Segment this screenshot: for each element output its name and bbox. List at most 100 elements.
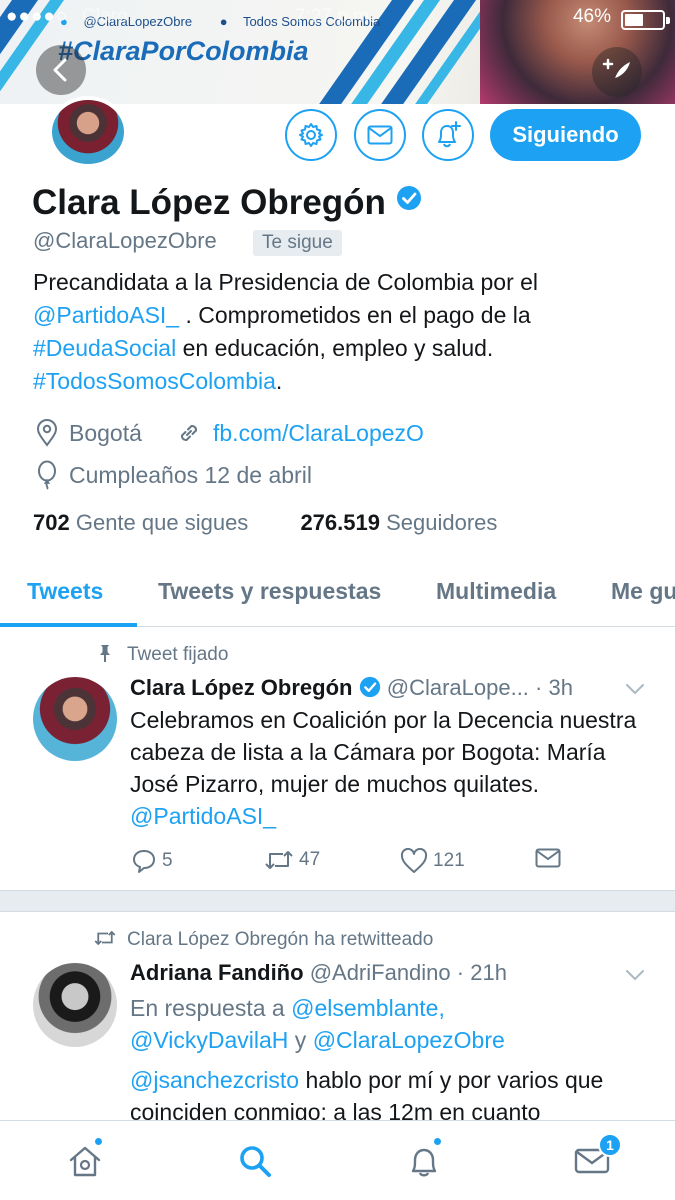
profile-birthday: Cumpleaños 12 de abril: [35, 460, 312, 490]
nav-notifications[interactable]: [402, 1137, 446, 1183]
nav-home[interactable]: [63, 1137, 107, 1183]
bio-text: .: [275, 368, 283, 394]
carrier-name: Claro: [82, 6, 128, 27]
home-icon: [69, 1146, 101, 1177]
direct-message-button[interactable]: [535, 848, 566, 868]
reply-mention-link[interactable]: @elsemblante,: [291, 995, 445, 1021]
followers-count-link[interactable]: 276.519 Seguidores: [300, 510, 497, 535]
location-pin-icon: [36, 419, 58, 447]
nav-notifications-dot: [433, 1137, 442, 1146]
nav-messages[interactable]: 1: [570, 1133, 622, 1183]
bell-plus-icon: [438, 121, 461, 148]
reply-and: y: [288, 1027, 313, 1053]
back-button[interactable]: [36, 45, 86, 95]
bio-hashtag-link[interactable]: #TodosSomosColombia: [33, 368, 276, 394]
tweet-header: Adriana Fandiño @AdriFandino · 21h: [130, 960, 507, 986]
following-count-link[interactable]: 702 Gente que sigues: [33, 510, 248, 535]
bell-icon: [411, 1148, 437, 1177]
verified-badge-icon: [359, 675, 381, 700]
active-tab-indicator: [0, 623, 137, 627]
profile-website: fb.com/ClaraLopezO: [175, 419, 424, 447]
profile-bio: Precandidata a la Presidencia de Colombi…: [33, 266, 653, 398]
bio-text: . Comprometidos en el pago de la: [179, 302, 531, 328]
profile-name-row: Clara López Obregón: [32, 183, 422, 223]
chevron-down-icon: [626, 970, 644, 981]
tweet-author-name[interactable]: Clara López Obregón: [130, 675, 352, 700]
reply-mention-link[interactable]: @VickyDavilaH: [130, 1027, 288, 1053]
profile-tabs: Tweets Tweets y respuestas Multimedia Me…: [0, 565, 675, 627]
pinned-tweet-text: Tweet fijado: [127, 644, 229, 665]
website-link[interactable]: fb.com/ClaraLopezO: [213, 420, 424, 447]
following-label: Gente que sigues: [75, 510, 249, 535]
tweet-author-name[interactable]: Adriana Fandiño: [130, 960, 304, 985]
verified-badge-icon: [396, 185, 422, 211]
tweet-menu-button[interactable]: [625, 682, 645, 701]
followers-label: Seguidores: [386, 510, 498, 535]
retweet-icon: [265, 851, 293, 869]
following-count: 702: [33, 510, 70, 535]
birthday-text: Cumpleaños 12 de abril: [69, 461, 312, 488]
retweet-button[interactable]: 47: [264, 848, 320, 872]
compose-tweet-button[interactable]: [592, 47, 642, 97]
tab-likes[interactable]: Me gu: [611, 578, 675, 605]
tweet-menu-button[interactable]: [625, 968, 645, 987]
balloon-icon: [38, 460, 56, 490]
bottom-navigation: 1: [0, 1120, 675, 1200]
retweet-icon: [94, 930, 116, 946]
tweet-author-avatar[interactable]: [33, 963, 117, 1047]
tweet-text: @jsanchezcristo hablo por mí y por vario…: [130, 1064, 650, 1128]
like-button[interactable]: 121: [400, 848, 465, 874]
settings-button[interactable]: [285, 109, 337, 161]
notifications-toggle-button[interactable]: [422, 109, 474, 161]
reply-context: En respuesta a @elsemblante, @VickyDavil…: [130, 992, 650, 1056]
tweet-author-handle: @ClaraLope...: [386, 675, 529, 700]
tweet-author-avatar[interactable]: [33, 677, 117, 761]
banner-hashtag: #ClaraPorColombia: [58, 36, 309, 66]
profile-handle: @ClaraLopezObre: [33, 228, 217, 253]
battery-percent: 46%: [572, 6, 611, 27]
tweet-time: · 21h: [456, 960, 507, 985]
envelope-icon: [367, 125, 393, 145]
profile-location: Bogotá: [35, 419, 142, 447]
retweeted-by-text: Clara López Obregón ha retwitteado: [127, 929, 434, 950]
nav-search[interactable]: [233, 1139, 277, 1183]
pin-icon: [100, 645, 110, 662]
pinned-tweet-label: Tweet fijado: [95, 643, 228, 666]
message-button[interactable]: [354, 109, 406, 161]
status-time: 7:27 p.m.: [295, 6, 375, 27]
reply-count: 5: [162, 850, 173, 871]
bio-text: en educación, empleo y salud.: [176, 335, 494, 361]
status-bar: ●●●●○ Claro 7:27 p.m. 46%: [0, 4, 675, 30]
location-text: Bogotá: [69, 419, 142, 446]
tweet-body-text: Celebramos en Coalición por la Decencia …: [130, 707, 637, 797]
link-icon: [181, 425, 197, 441]
reply-mention-link[interactable]: @ClaraLopezObre: [313, 1027, 505, 1053]
reply-button[interactable]: 5: [131, 848, 173, 874]
tab-tweets-and-replies[interactable]: Tweets y respuestas: [158, 578, 381, 605]
messages-badge: 1: [598, 1133, 622, 1157]
profile-avatar[interactable]: [48, 96, 128, 168]
compose-quill-icon: [602, 58, 630, 82]
tweet-separator: [0, 890, 675, 912]
signal-strength: ●●●●○: [6, 6, 69, 27]
tweet-header: Clara López Obregón @ClaraLope... · 3h: [130, 675, 573, 701]
heart-icon: [400, 848, 428, 873]
search-icon: [240, 1146, 271, 1177]
tab-media[interactable]: Multimedia: [436, 578, 556, 605]
bio-mention-link[interactable]: @PartidoASI_: [33, 302, 179, 328]
bio-hashtag-link[interactable]: #DeudaSocial: [33, 335, 176, 361]
tab-tweets[interactable]: Tweets: [27, 578, 103, 605]
like-count: 121: [433, 850, 465, 871]
profile-name: Clara López Obregón: [32, 183, 386, 222]
tweet-author-handle: @AdriFandino: [309, 960, 451, 985]
battery-icon: [621, 10, 670, 30]
retweeted-context: Clara López Obregón ha retwitteado: [93, 929, 433, 951]
tweet-mention-link[interactable]: @PartidoASI_: [130, 803, 276, 829]
tweet-mention-link[interactable]: @jsanchezcristo: [130, 1067, 299, 1093]
bio-text: Precandidata a la Presidencia de Colombi…: [33, 269, 539, 295]
nav-home-dot: [94, 1137, 103, 1146]
tweet-time: · 3h: [535, 675, 573, 700]
following-button[interactable]: Siguiendo: [490, 109, 641, 161]
follow-counts: 702 Gente que sigues 276.519 Seguidores: [33, 510, 497, 536]
tweet-text: Celebramos en Coalición por la Decencia …: [130, 704, 650, 832]
